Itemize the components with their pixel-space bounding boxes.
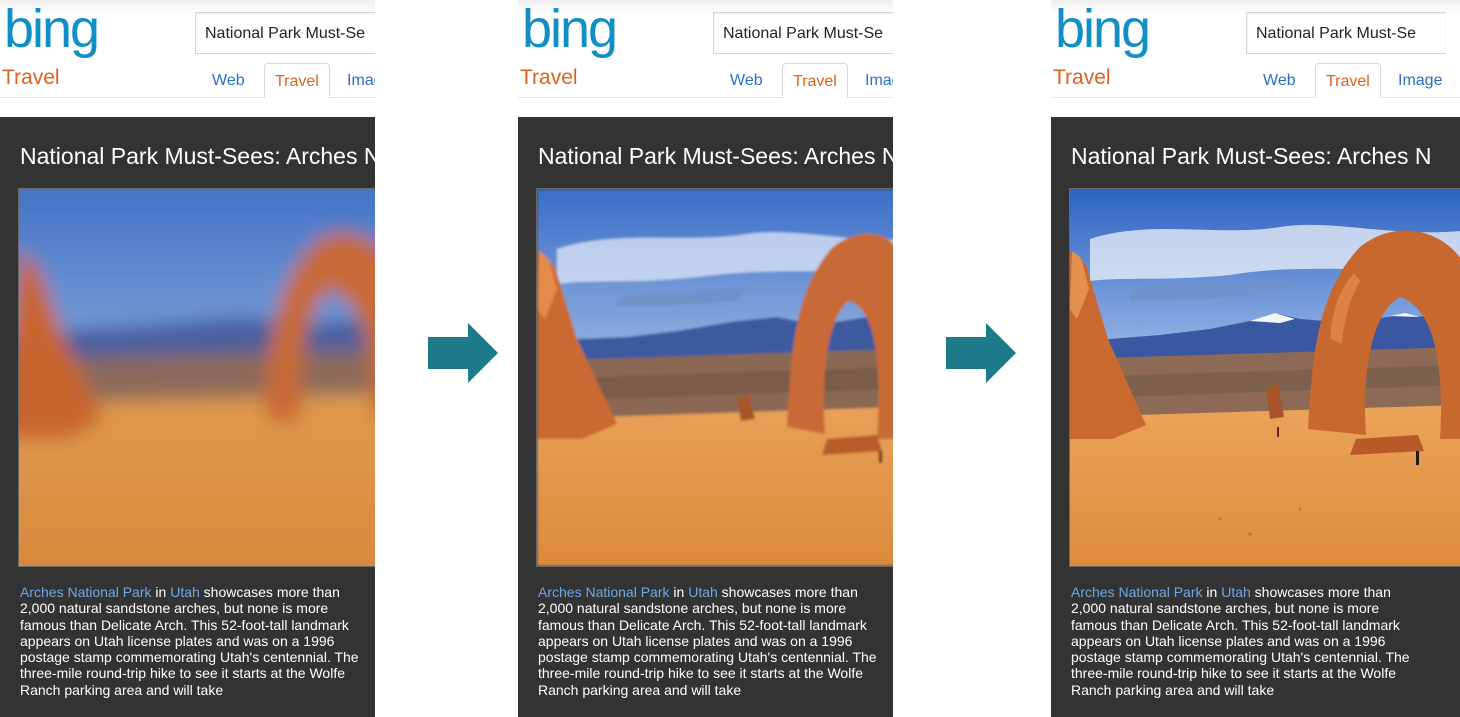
tab-images[interactable]: Image — [865, 63, 893, 97]
article-description: Arches National Park in Utah showcases m… — [538, 584, 888, 698]
article-description: Arches National Park in Utah showcases m… — [20, 584, 370, 698]
utah-link[interactable]: Utah — [170, 584, 200, 600]
browser-panel-2: bing Travel National Park Must-Se Web Tr… — [518, 0, 893, 717]
desc-body: showcases more than 2,000 natural sandst… — [1071, 584, 1410, 698]
delicate-arch-photo — [18, 188, 375, 567]
tab-travel[interactable]: Travel — [264, 63, 330, 98]
desc-connector: in — [1202, 584, 1222, 600]
bing-logo[interactable]: bing — [1055, 2, 1151, 56]
bing-logo[interactable]: bing — [522, 2, 618, 56]
tab-images[interactable]: Image — [347, 63, 375, 97]
bing-header: bing Travel National Park Must-Se Web Tr… — [518, 0, 893, 98]
vertical-label: Travel — [2, 66, 60, 89]
tab-travel[interactable]: Travel — [782, 63, 848, 98]
vertical-label: Travel — [1053, 66, 1111, 89]
vertical-label: Travel — [520, 66, 578, 89]
article-description: Arches National Park in Utah showcases m… — [1071, 584, 1421, 698]
page-title: National Park Must-Sees: Arches N — [20, 143, 375, 169]
search-input[interactable]: National Park Must-Se — [1246, 12, 1446, 54]
tab-web[interactable]: Web — [730, 63, 763, 97]
arches-national-park-link[interactable]: Arches National Park — [538, 584, 670, 600]
search-input[interactable]: National Park Must-Se — [713, 12, 893, 54]
bing-logo[interactable]: bing — [4, 2, 100, 56]
arches-national-park-link[interactable]: Arches National Park — [20, 584, 152, 600]
page-title: National Park Must-Sees: Arches N — [538, 143, 893, 169]
bing-header: bing Travel National Park Must-Se Web Tr… — [1051, 0, 1460, 98]
desc-connector: in — [151, 584, 171, 600]
tab-bar: Web Travel Image — [730, 63, 893, 98]
tab-bar: Web Travel Image — [212, 63, 375, 98]
delicate-arch-photo — [1069, 188, 1460, 567]
tab-web[interactable]: Web — [1263, 63, 1296, 97]
browser-panel-1: bing Travel National Park Must-Se Web Tr… — [0, 0, 375, 717]
page-title: National Park Must-Sees: Arches N — [1071, 143, 1432, 169]
tab-images[interactable]: Image — [1398, 63, 1442, 97]
tab-bar: Web Travel Image — [1263, 63, 1460, 98]
desc-body: showcases more than 2,000 natural sandst… — [538, 584, 877, 698]
desc-connector: in — [669, 584, 689, 600]
utah-link[interactable]: Utah — [688, 584, 718, 600]
delicate-arch-photo — [536, 188, 893, 567]
right-arrow-icon — [428, 323, 498, 383]
right-arrow-icon — [946, 323, 1016, 383]
arches-national-park-link[interactable]: Arches National Park — [1071, 584, 1203, 600]
search-input[interactable]: National Park Must-Se — [195, 12, 375, 54]
tab-travel[interactable]: Travel — [1315, 63, 1381, 98]
desc-body: showcases more than 2,000 natural sandst… — [20, 584, 359, 698]
browser-panel-3: bing Travel National Park Must-Se Web Tr… — [1051, 0, 1460, 717]
tab-web[interactable]: Web — [212, 63, 245, 97]
utah-link[interactable]: Utah — [1221, 584, 1251, 600]
bing-header: bing Travel National Park Must-Se Web Tr… — [0, 0, 375, 98]
